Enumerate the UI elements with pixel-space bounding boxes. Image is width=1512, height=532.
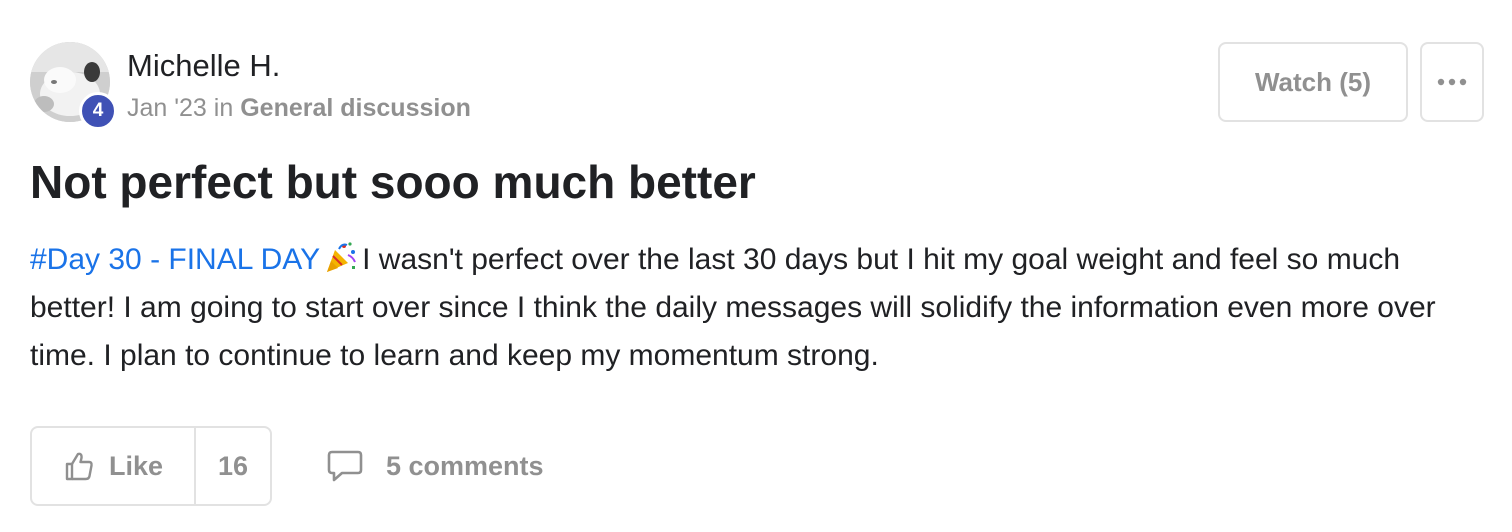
comment-bubble-icon — [327, 450, 363, 482]
party-popper-icon — [327, 242, 357, 272]
comments-link[interactable]: 5 comments — [326, 426, 544, 506]
meta-in-label: in — [213, 94, 234, 122]
more-options-button[interactable] — [1420, 42, 1484, 122]
like-label: Like — [108, 450, 164, 481]
like-group: Like 16 — [30, 426, 272, 506]
thumbs-up-icon — [65, 452, 93, 481]
watch-button[interactable]: Watch (5) — [1218, 42, 1408, 122]
post-title: Not perfect but sooo much better — [30, 156, 756, 208]
post-body: #Day 30 - FINAL DAY I wasn't perfect ove… — [30, 236, 1490, 380]
category-link[interactable]: General discussion — [240, 94, 471, 122]
hashtag-link[interactable]: #Day 30 - FINAL DAY — [30, 243, 320, 276]
author-name[interactable]: Michelle H. — [127, 48, 280, 84]
like-count[interactable]: 16 — [196, 428, 270, 504]
level-badge: 4 — [79, 92, 117, 130]
ellipsis-icon — [1437, 78, 1467, 86]
post-date[interactable]: Jan '23 — [127, 94, 207, 122]
post-card: 4 Michelle H. Jan '23 in General discuss… — [0, 0, 1512, 532]
post-meta: Jan '23 in General discussion — [127, 93, 471, 123]
comments-label: 5 comments — [386, 450, 544, 481]
like-button[interactable]: Like — [32, 428, 196, 504]
